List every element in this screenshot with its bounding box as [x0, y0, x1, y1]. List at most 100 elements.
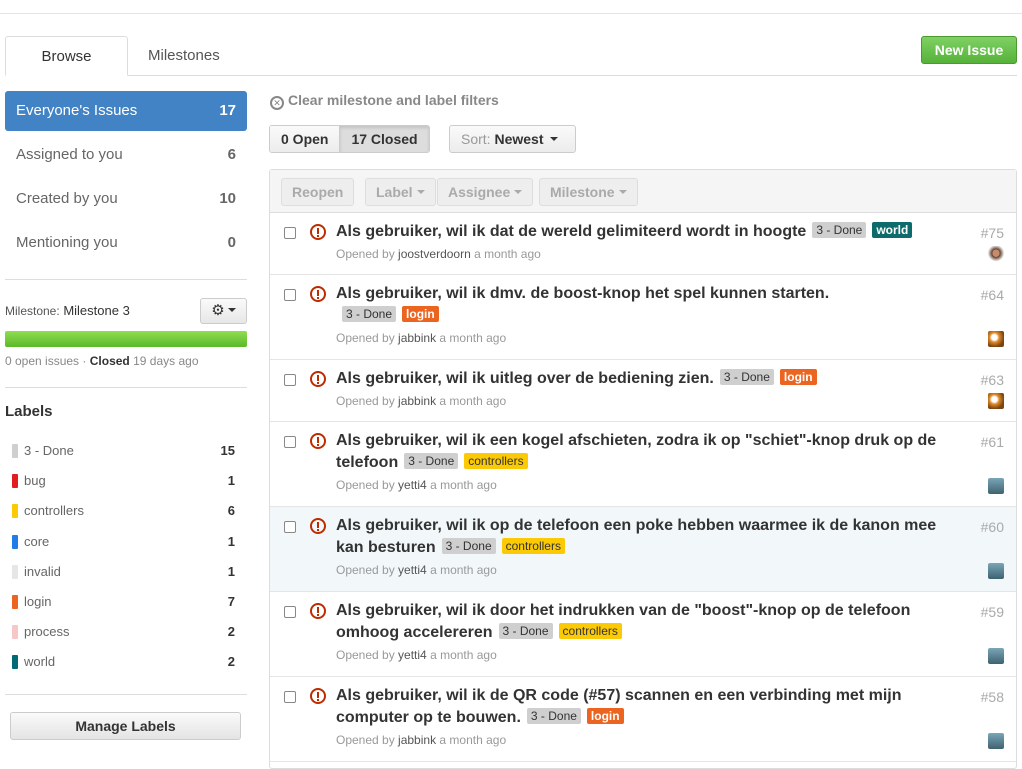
label-filter-world[interactable]: world 2 [5, 647, 247, 677]
avatar[interactable] [988, 733, 1004, 749]
reopen-button[interactable]: Reopen [281, 178, 355, 206]
issue-label[interactable]: login [779, 369, 817, 385]
label-name: world [24, 654, 56, 670]
issue-label[interactable]: login [586, 708, 624, 724]
issue-author-link[interactable]: jabbink [398, 733, 436, 747]
issue-checkbox[interactable] [284, 289, 296, 301]
issue-row[interactable]: Als gebruiker, wil ik op de telefoon een… [270, 507, 1016, 592]
issue-timestamp: a month ago [436, 394, 507, 408]
opened-by-text: Opened by [336, 331, 399, 345]
avatar[interactable] [988, 331, 1004, 347]
issue-title[interactable]: Als gebruiker, wil ik de QR code (#57) s… [336, 685, 946, 729]
tab-milestones[interactable]: Milestones [135, 36, 233, 76]
sort-dropdown[interactable]: Sort: Newest [449, 125, 576, 153]
issue-checkbox[interactable] [284, 521, 296, 533]
issue-row[interactable]: Als gebruiker, wil ik uitleg over de bed… [270, 360, 1016, 422]
issue-author-link[interactable]: yetti4 [398, 563, 427, 577]
issue-author-link[interactable]: jabbink [398, 331, 436, 345]
sidebar-item-everyones-issues[interactable]: Everyone's Issues 17 [5, 91, 247, 131]
manage-labels-button[interactable]: Manage Labels [10, 712, 241, 740]
issue-author-link[interactable]: yetti4 [398, 648, 427, 662]
tab-browse-issues[interactable]: Browse Issues [5, 36, 128, 105]
new-issue-button[interactable]: New Issue [921, 36, 1017, 64]
milestone-dropdown-button[interactable]: Milestone [539, 178, 638, 206]
sidebar-item-assigned-to-you[interactable]: Assigned to you 6 [5, 135, 247, 179]
avatar[interactable] [988, 393, 1004, 409]
issue-checkbox[interactable] [284, 691, 296, 703]
issue-checkbox[interactable] [284, 227, 296, 239]
milestone-settings-button[interactable]: ⚙ [200, 298, 247, 324]
avatar[interactable] [988, 478, 1004, 494]
open-toggle-button[interactable]: 0 Open [270, 126, 340, 152]
issue-label[interactable]: controllers [464, 453, 528, 469]
issue-meta: Opened by joostverdoorn a month ago [336, 247, 541, 261]
issue-title[interactable]: Als gebruiker, wil ik dmv. de boost-knop… [336, 283, 876, 327]
issue-row[interactable]: Als gebruiker, wil ik een kogel afschiet… [270, 422, 1016, 507]
issue-label[interactable]: 3 - Done [719, 369, 774, 385]
sidebar-item-mentioning-you[interactable]: Mentioning you 0 [5, 223, 247, 267]
label-name: core [24, 533, 50, 549]
issue-rows: Als gebruiker, wil ik dat de wereld geli… [270, 213, 1016, 762]
issue-checkbox[interactable] [284, 374, 296, 386]
avatar[interactable] [988, 648, 1004, 664]
issue-label[interactable]: controllers [501, 538, 565, 554]
issue-label[interactable]: 3 - Done [526, 708, 581, 724]
issue-timestamp: a month ago [436, 331, 507, 345]
sidebar-divider [5, 694, 247, 695]
issue-label[interactable]: 3 - Done [342, 306, 397, 322]
issue-author-link[interactable]: joostverdoorn [398, 247, 471, 261]
milestone-progress-bar [5, 331, 247, 347]
issue-meta: Opened by jabbink a month ago [336, 394, 506, 408]
sidebar-item-count: 0 [227, 234, 236, 251]
issue-title[interactable]: Als gebruiker, wil ik uitleg over de bed… [336, 368, 946, 390]
avatar[interactable] [988, 563, 1004, 579]
label-count: 2 [227, 624, 235, 640]
issue-author-link[interactable]: jabbink [398, 394, 436, 408]
issue-row[interactable]: Als gebruiker, wil ik de QR code (#57) s… [270, 677, 1016, 762]
issue-label[interactable]: controllers [558, 623, 622, 639]
issue-label[interactable]: login [402, 306, 439, 322]
open-issues-count[interactable]: 0 open issues [5, 354, 79, 368]
issue-label[interactable]: 3 - Done [498, 623, 553, 639]
issue-label[interactable]: 3 - Done [441, 538, 496, 554]
issue-title-text: Als gebruiker, wil ik dat de wereld geli… [336, 223, 807, 240]
issue-title[interactable]: Als gebruiker, wil ik een kogel afschiet… [336, 430, 946, 474]
issue-author-link[interactable]: yetti4 [398, 478, 427, 492]
milestone-name: Milestone 3 [63, 303, 130, 318]
issue-label[interactable]: 3 - Done [812, 222, 867, 238]
closed-toggle-button[interactable]: 17 Closed [339, 126, 429, 152]
issue-row[interactable]: Als gebruiker, wil ik door het indrukken… [270, 592, 1016, 677]
labels-heading: Labels [5, 403, 53, 420]
sidebar-item-count: 10 [219, 190, 236, 207]
sort-value: Newest [494, 131, 544, 147]
issue-row[interactable]: Als gebruiker, wil ik dat de wereld geli… [270, 213, 1016, 275]
label-name: 3 - Done [24, 443, 74, 458]
issue-checkbox[interactable] [284, 606, 296, 618]
issue-label[interactable]: world [872, 222, 913, 238]
assignee-dropdown-button[interactable]: Assignee [437, 178, 534, 206]
clear-filters-link[interactable]: ✕ Clear milestone and label filters [270, 92, 499, 110]
issue-row[interactable]: Als gebruiker, wil ik dmv. de boost-knop… [270, 275, 1016, 360]
label-filter-process[interactable]: process 2 [5, 617, 247, 647]
issue-title[interactable]: Als gebruiker, wil ik dat de wereld geli… [336, 221, 946, 243]
issue-title[interactable]: Als gebruiker, wil ik door het indrukken… [336, 600, 946, 644]
sidebar-item-created-by-you[interactable]: Created by you 10 [5, 179, 247, 223]
gear-icon: ⚙ [211, 302, 225, 319]
label-filter-login[interactable]: login 7 [5, 587, 247, 617]
label-filter-bug[interactable]: bug 1 [5, 466, 247, 496]
avatar[interactable] [988, 246, 1004, 262]
label-filter-core[interactable]: core 1 [5, 527, 247, 557]
sidebar-divider [5, 387, 247, 388]
issue-label[interactable]: 3 - Done [404, 453, 459, 469]
sidebar-item-label: Assigned to you [16, 146, 123, 163]
label-dropdown-button[interactable]: Label [365, 178, 436, 206]
label-filter-controllers[interactable]: controllers 6 [5, 496, 247, 526]
label-filter-3-done[interactable]: 3 - Done 15 [5, 436, 247, 466]
label-filter-invalid[interactable]: invalid 1 [5, 557, 247, 587]
label-name: login [24, 593, 52, 609]
issue-title[interactable]: Als gebruiker, wil ik op de telefoon een… [336, 515, 946, 559]
issue-meta: Opened by jabbink a month ago [336, 331, 506, 345]
issue-checkbox[interactable] [284, 436, 296, 448]
label-swatch [12, 504, 18, 519]
issue-number: #63 [980, 372, 1004, 388]
